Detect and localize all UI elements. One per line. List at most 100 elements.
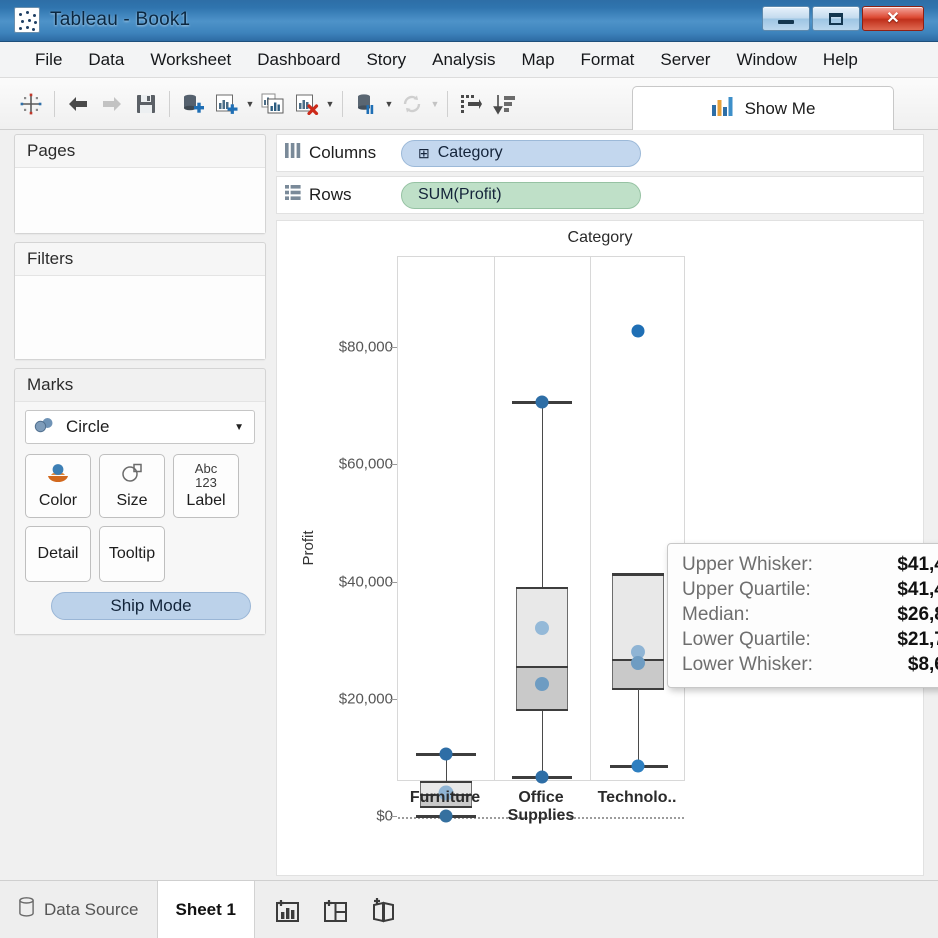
menu-item-dashboard[interactable]: Dashboard [244,46,353,74]
x-tick-label-furniture: Furniture [409,789,481,806]
menu-item-format[interactable]: Format [568,46,648,74]
pause-updates-dropdown-icon[interactable]: ▼ [383,87,395,121]
rows-shelf-label-group: Rows [285,185,401,205]
hierarchy-expand-icon[interactable]: ⊞ [418,145,430,162]
menu-item-map[interactable]: Map [508,46,567,74]
furniture-mark-point[interactable] [439,747,453,761]
office-supplies-mark-point[interactable] [535,395,549,409]
new-worksheet-dropdown-icon[interactable]: ▼ [244,87,256,121]
marks-label-button[interactable]: Abc 123 Label [173,454,239,518]
office-supplies-mark-point[interactable] [535,621,549,635]
tooltip-row: Median: $26,827 [682,602,938,627]
tooltip-key-lower-quartile: Lower Quartile: [682,629,811,651]
tooltip-row: Lower Whisker: $8,671 [682,652,938,677]
swap-rows-columns-icon[interactable] [454,87,488,121]
filters-drop-zone[interactable] [15,275,265,359]
office-supplies-upper-quartile-line [516,587,568,589]
filters-card: Filters [14,242,266,360]
x-tick-label-technology: Technolo.. [597,789,677,806]
window-controls: ✕ [762,6,924,31]
save-icon[interactable] [129,87,163,121]
right-pane: Columns ⊞ Category Rows SUM(Profit) Cate… [276,134,938,876]
rows-pill-sum-profit[interactable]: SUM(Profit) [401,181,641,209]
new-worksheet-icon[interactable] [210,87,244,121]
technology-outlier-point[interactable] [631,324,645,338]
y-tick-mark-60000 [390,464,397,465]
columns-label: Columns [309,143,377,162]
marks-tooltip-label: Tooltip [108,545,156,562]
mark-type-select[interactable]: Circle ▼ [25,410,255,444]
new-story-tab-icon[interactable] [369,895,399,925]
menu-bar: File Data Worksheet Dashboard Story Anal… [0,42,938,78]
pages-card: Pages [14,134,266,234]
tooltip-row: Upper Whisker: $41,409 [682,552,938,577]
add-data-source-icon[interactable] [176,87,210,121]
new-dashboard-tab-icon[interactable] [321,895,351,925]
technology-mark-point[interactable] [631,759,645,773]
view-canvas: Category Profit $80,000 $60,000 $40,000 … [276,220,938,876]
data-source-tab[interactable]: Data Source [0,881,158,938]
rows-shelf[interactable]: Rows SUM(Profit) [276,176,924,214]
menu-item-help[interactable]: Help [810,46,871,74]
color-palette-icon [45,462,71,489]
sheet-tab-label: Sheet 1 [175,899,236,919]
menu-item-analysis[interactable]: Analysis [419,46,508,74]
chevron-down-icon[interactable]: ▼ [234,422,244,433]
office-supplies-mark-point[interactable] [535,770,549,784]
pause-updates-icon[interactable] [349,87,383,121]
title-bar-left: Tableau - Book1 [14,7,190,33]
pages-card-title: Pages [27,141,76,160]
marks-detail-button[interactable]: Detail [25,526,91,582]
window-title: Tableau - Book1 [50,9,191,30]
column-divider-1 [494,257,495,780]
filters-card-title: Filters [27,249,74,268]
furniture-upper-quartile-line [420,781,472,783]
maximize-button[interactable] [812,6,860,31]
rows-pill-label: SUM(Profit) [418,186,502,203]
y-tick-mark-20000 [390,699,397,700]
columns-shelf[interactable]: Columns ⊞ Category [276,134,924,172]
menu-item-window[interactable]: Window [723,46,809,74]
clear-sheet-dropdown-icon[interactable]: ▼ [324,87,336,121]
tooltip-row: Upper Quartile: $41,409 [682,577,938,602]
tooltip-value-lower-whisker: $8,671 [907,654,938,676]
minimize-button[interactable] [762,6,810,31]
marks-tooltip-button[interactable]: Tooltip [99,526,165,582]
office-supplies-median-line [516,666,568,668]
menu-item-file[interactable]: File [22,46,75,74]
plot-area [397,256,685,823]
box-plot-tooltip: Upper Whisker: $41,409 Upper Quartile: $… [667,543,938,689]
tableau-logo-icon [14,7,40,33]
menu-item-story[interactable]: Story [353,46,419,74]
y-tick-label-20000: $20,000 [338,690,393,708]
marks-card-body: Circle ▼ Color Size Abc 123 Label Detail… [15,401,265,634]
size-icon [119,462,145,489]
duplicate-sheet-icon[interactable] [256,87,290,121]
marks-color-button[interactable]: Color [25,454,91,518]
sort-descending-icon[interactable] [488,87,522,121]
new-worksheet-tab-icon[interactable] [273,895,303,925]
show-me-button[interactable]: Show Me [632,86,894,130]
tableau-start-icon[interactable] [14,87,48,121]
column-header-category: Category [567,229,633,246]
columns-shelf-label-group: Columns [285,143,401,163]
marks-field-pill-ship-mode[interactable]: Ship Mode [51,592,251,620]
sheet-tab-sheet-1[interactable]: Sheet 1 [157,881,255,938]
forward-arrow-icon [95,87,129,121]
tooltip-value-lower-quartile: $21,782 [897,629,938,651]
clear-sheet-icon[interactable] [290,87,324,121]
office-supplies-mark-point[interactable] [535,677,549,691]
close-button[interactable]: ✕ [862,6,924,31]
furniture-mark-point[interactable] [439,809,453,823]
pages-drop-zone[interactable] [15,167,265,233]
marks-size-button[interactable]: Size [99,454,165,518]
menu-item-server[interactable]: Server [647,46,723,74]
menu-item-worksheet[interactable]: Worksheet [137,46,244,74]
x-tick-label-office-supplies: Office Supplies [507,789,575,825]
back-arrow-icon[interactable] [61,87,95,121]
technology-mark-point[interactable] [631,656,645,670]
menu-item-data[interactable]: Data [75,46,137,74]
box-plot-chart: Category Profit $80,000 $60,000 $40,000 … [277,221,938,875]
columns-pill-category[interactable]: ⊞ Category [401,139,641,167]
marks-label-label: Label [186,492,226,510]
